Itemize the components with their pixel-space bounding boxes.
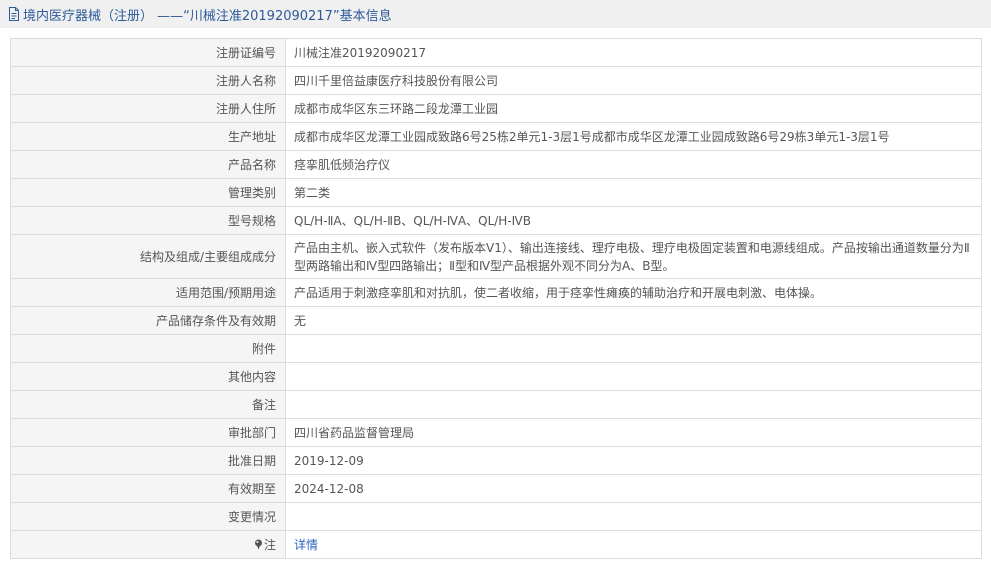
row-value: 痉挛肌低频治疗仪 — [285, 150, 982, 179]
page-title: 境内医疗器械（注册） ——“川械注准20192090217”基本信息 — [23, 8, 392, 24]
row-value: 成都市成华区东三环路二段龙潭工业园 — [285, 94, 982, 123]
row-label: 注册人名称 — [10, 66, 286, 95]
row-label: 注册人住所 — [10, 94, 286, 123]
table-row: 结构及组成/主要组成成分 产品由主机、嵌入式软件（发布版本V1）、输出连接线、理… — [10, 234, 982, 279]
table-row: 备注 — [10, 390, 982, 419]
note-row: 注 详情 — [10, 530, 982, 559]
row-label: 备注 — [10, 390, 286, 419]
row-label: 产品名称 — [10, 150, 286, 179]
row-value: 第二类 — [285, 178, 982, 207]
row-value: 无 — [285, 306, 982, 335]
row-value: 产品由主机、嵌入式软件（发布版本V1）、输出连接线、理疗电极、理疗电极固定装置和… — [285, 234, 982, 279]
row-label: 审批部门 — [10, 418, 286, 447]
row-label: 生产地址 — [10, 122, 286, 151]
table-row: 审批部门 四川省药品监督管理局 — [10, 418, 982, 447]
table-row: 适用范围/预期用途 产品适用于刺激痉挛肌和对抗肌，使二者收缩，用于痉挛性瘫痪的辅… — [10, 278, 982, 307]
row-value: 成都市成华区龙潭工业园成致路6号25栋2单元1-3层1号成都市成华区龙潭工业园成… — [285, 122, 982, 151]
row-label: 产品储存条件及有效期 — [10, 306, 286, 335]
note-label-text: 注 — [263, 537, 276, 552]
row-value — [285, 334, 982, 363]
row-value: QL/H-ⅡA、QL/H-ⅡB、QL/H-ⅣA、QL/H-ⅣB — [285, 206, 982, 235]
table-row: 附件 — [10, 334, 982, 363]
note-label: 注 — [10, 530, 286, 559]
info-table: 注册证编号 川械注准20192090217 注册人名称 四川千里倍益康医疗科技股… — [10, 38, 982, 559]
row-label: 管理类别 — [10, 178, 286, 207]
table-row: 其他内容 — [10, 362, 982, 391]
table-row: 变更情况 — [10, 502, 982, 531]
table-row: 型号规格 QL/H-ⅡA、QL/H-ⅡB、QL/H-ⅣA、QL/H-ⅣB — [10, 206, 982, 235]
row-label: 注册证编号 — [10, 38, 286, 67]
row-value: 2019-12-09 — [285, 446, 982, 475]
table-row: 批准日期 2019-12-09 — [10, 446, 982, 475]
table-row: 注册证编号 川械注准20192090217 — [10, 38, 982, 67]
row-value — [285, 362, 982, 391]
table-row: 有效期至 2024-12-08 — [10, 474, 982, 503]
row-label: 适用范围/预期用途 — [10, 278, 286, 307]
row-value — [285, 502, 982, 531]
table-row: 注册人名称 四川千里倍益康医疗科技股份有限公司 — [10, 66, 982, 95]
row-value — [285, 390, 982, 419]
table-row: 注册人住所 成都市成华区东三环路二段龙潭工业园 — [10, 94, 982, 123]
table-row: 产品储存条件及有效期 无 — [10, 306, 982, 335]
row-label: 批准日期 — [10, 446, 286, 475]
table-row: 生产地址 成都市成华区龙潭工业园成致路6号25栋2单元1-3层1号成都市成华区龙… — [10, 122, 982, 151]
row-value: 产品适用于刺激痉挛肌和对抗肌，使二者收缩，用于痉挛性瘫痪的辅助治疗和开展电刺激、… — [285, 278, 982, 307]
table-row: 产品名称 痉挛肌低频治疗仪 — [10, 150, 982, 179]
document-icon — [9, 7, 19, 21]
details-link[interactable]: 详情 — [294, 538, 318, 552]
row-label: 附件 — [10, 334, 286, 363]
row-value: 四川省药品监督管理局 — [285, 418, 982, 447]
pin-icon — [254, 539, 262, 549]
row-label: 结构及组成/主要组成成分 — [10, 234, 286, 279]
table-row: 管理类别 第二类 — [10, 178, 982, 207]
row-label: 有效期至 — [10, 474, 286, 503]
row-value: 2024-12-08 — [285, 474, 982, 503]
row-label: 变更情况 — [10, 502, 286, 531]
note-value: 详情 — [285, 530, 982, 559]
page-header: 境内医疗器械（注册） ——“川械注准20192090217”基本信息 — [0, 0, 991, 28]
row-label: 型号规格 — [10, 206, 286, 235]
row-value: 四川千里倍益康医疗科技股份有限公司 — [285, 66, 982, 95]
row-value: 川械注准20192090217 — [285, 38, 982, 67]
row-label: 其他内容 — [10, 362, 286, 391]
